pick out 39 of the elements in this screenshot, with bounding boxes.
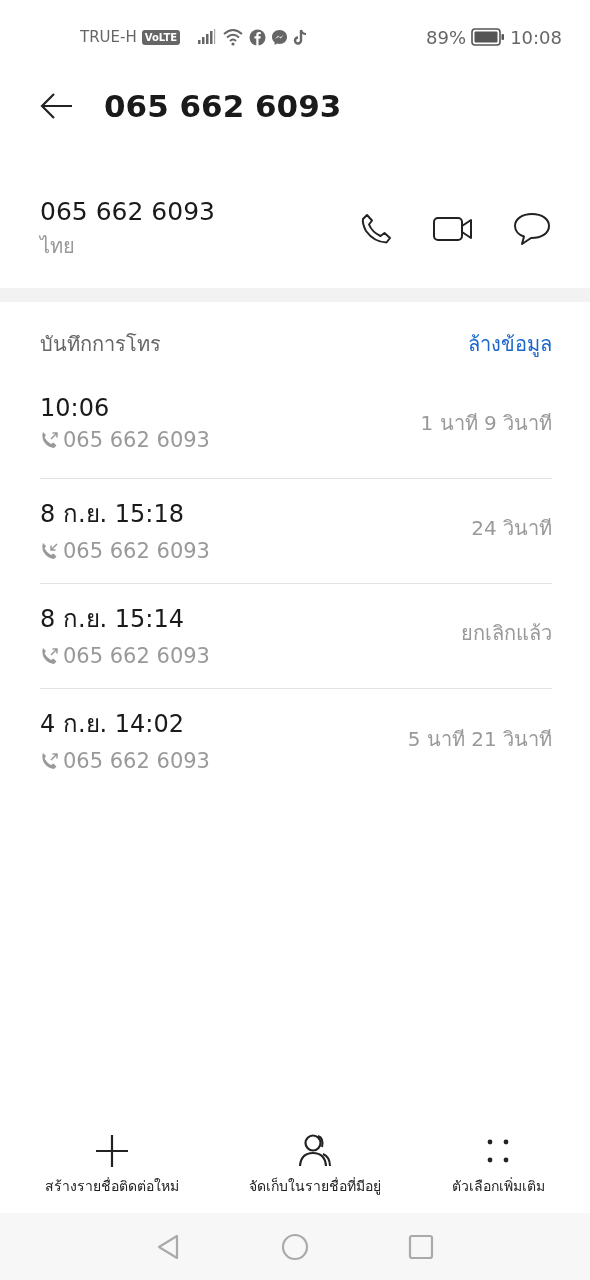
clock: 10:08: [510, 26, 562, 48]
battery-percent: 89%: [426, 26, 467, 48]
volte-badge: VoLTE: [141, 29, 181, 45]
call-time: 4 ก.ย. 14:02: [40, 709, 185, 740]
save-to-contact-button[interactable]: จัดเก็บในรายชื่อที่มีอยู่: [249, 1133, 382, 1197]
messenger-icon: [271, 28, 289, 46]
wifi-icon: [222, 28, 245, 46]
call-duration: 24 วินาที: [471, 515, 552, 542]
battery-icon: [471, 28, 506, 46]
plus-icon: [94, 1133, 131, 1169]
call-time: 10:06: [40, 394, 111, 422]
call-duration: 1 นาที 9 วินาที: [420, 410, 552, 437]
call-number: 065 662 6093: [63, 643, 210, 668]
more-options-button[interactable]: ตัวเลือกเพิ่มเติม: [451, 1133, 545, 1197]
call-duration: 5 นาที 21 วินาที: [407, 725, 552, 753]
call-entry[interactable]: 10:06 065 662 6093 1 นาที 9 วินาที: [40, 374, 552, 479]
back-button[interactable]: [38, 91, 74, 121]
page-title: 065 662 6093: [104, 88, 342, 124]
call-time: 8 ก.ย. 15:14: [40, 603, 185, 635]
new-contact-button[interactable]: สร้างรายชื่อติดต่อใหม่: [45, 1133, 180, 1197]
call-time: 8 ก.ย. 15:18: [40, 498, 185, 530]
call-entry[interactable]: 8 ก.ย. 15:14 065 662 6093 ยกเลิกแล้ว: [40, 584, 552, 689]
video-call-button[interactable]: [432, 214, 474, 244]
clear-link[interactable]: ล้างข้อมูล: [468, 328, 552, 360]
phone-number: 065 662 6093: [40, 196, 215, 226]
call-duration: ยกเลิกแล้ว: [461, 620, 552, 647]
call-number: 065 662 6093: [63, 538, 210, 563]
signal-icon: [197, 29, 218, 45]
tiktok-icon: [293, 28, 309, 46]
section-title: บันทึกการโทร: [40, 331, 161, 358]
call-number: 065 662 6093: [63, 428, 210, 452]
carrier-name: TRUE-H: [80, 28, 137, 46]
call-number: 065 662 6093: [63, 749, 210, 773]
facebook-icon: [249, 28, 267, 46]
region-label: ไทย: [40, 232, 76, 260]
person-icon: [297, 1133, 334, 1169]
call-entry[interactable]: 8 ก.ย. 15:18 065 662 6093 24 วินาที: [40, 479, 552, 584]
message-button[interactable]: [512, 211, 552, 247]
call-entry[interactable]: 4 ก.ย. 14:02 065 662 6093 5 นาที 21 วินาที: [40, 689, 552, 794]
